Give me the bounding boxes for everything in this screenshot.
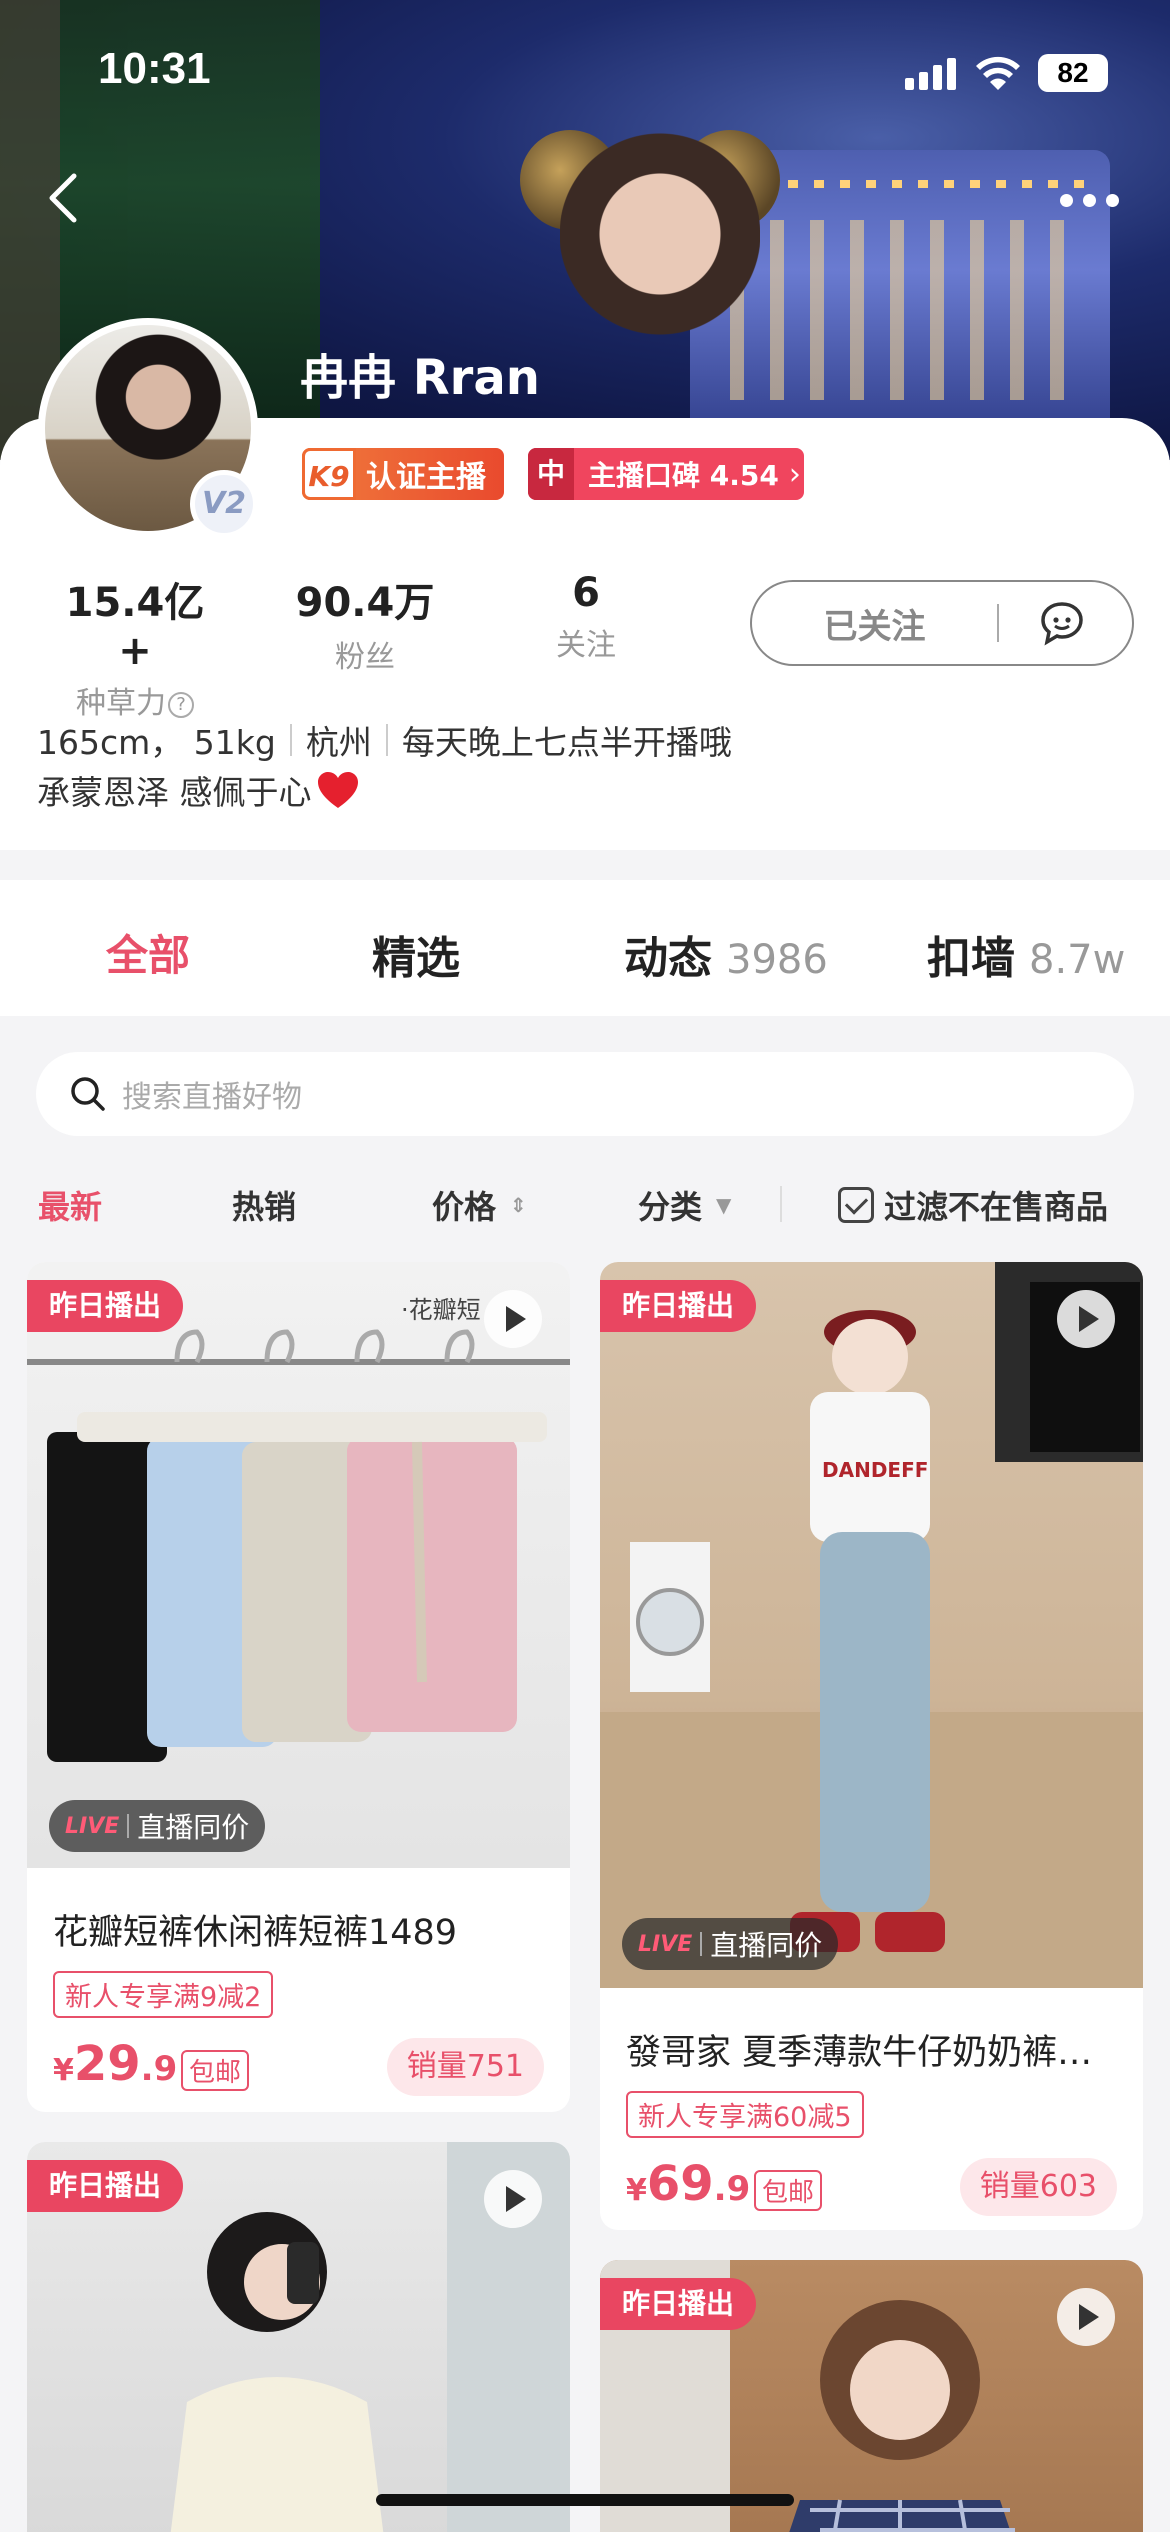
tag-aired-yesterday: 昨日播出 bbox=[27, 1280, 184, 1332]
free-shipping-badge: 包邮 bbox=[754, 2170, 823, 2211]
sales-count: 销量751 bbox=[386, 2038, 544, 2096]
bio-line-2: 承蒙恩泽 感佩于心 bbox=[37, 766, 360, 814]
product-card[interactable]: DANDEFF 昨日播出 LIVE 直播同价 發哥家 夏季薄款牛仔奶奶裤… 新人专… bbox=[600, 1262, 1143, 2230]
checkbox-icon[interactable] bbox=[838, 1187, 874, 1223]
free-shipping-badge: 包邮 bbox=[181, 2050, 250, 2091]
home-indicator[interactable] bbox=[376, 2494, 794, 2506]
watermark-text: ·花瓣短 bbox=[401, 1296, 481, 1324]
filter-bar: 最新 热销 价格 ⇕ 分类 ▼ 过滤不在售商品 bbox=[0, 1170, 1170, 1240]
play-icon[interactable] bbox=[484, 1290, 542, 1348]
product-image[interactable]: DANDEFF 昨日播出 LIVE 直播同价 bbox=[600, 1262, 1143, 1988]
cover-person bbox=[560, 130, 760, 390]
heart-icon bbox=[317, 772, 358, 808]
live-same-price-badge: LIVE 直播同价 bbox=[49, 1800, 266, 1852]
back-icon[interactable] bbox=[40, 168, 84, 228]
filter-hot[interactable]: 热销 bbox=[232, 1182, 296, 1228]
product-price: ¥69.9 bbox=[626, 2156, 751, 2212]
bio-city: 杭州 bbox=[305, 723, 372, 762]
stat-fans[interactable]: 90.4万 粉丝 bbox=[290, 570, 440, 676]
product-card[interactable]: 昨日播出 bbox=[27, 2142, 570, 2532]
follow-group: 已关注 bbox=[750, 580, 1134, 666]
bio-line-1: 165cm， 51kg 杭州 每天晚上七点半开播哦 bbox=[37, 716, 732, 764]
stat-following[interactable]: 6 关注 bbox=[536, 570, 636, 664]
tab-posts[interactable]: 动态 3986 bbox=[624, 922, 828, 986]
stat-value: 6 bbox=[572, 570, 600, 616]
reputation-label: 主播口碑 4.54 bbox=[588, 459, 779, 492]
certified-badge[interactable]: K9 认证主播 bbox=[302, 448, 504, 500]
reputation-badge[interactable]: 中 主播口碑 4.54 › bbox=[528, 448, 804, 500]
help-icon[interactable]: ? bbox=[168, 691, 194, 718]
play-icon[interactable] bbox=[1057, 1290, 1115, 1348]
product-card[interactable]: 昨日播出 bbox=[600, 2260, 1143, 2532]
stat-label: 粉丝 bbox=[335, 640, 395, 675]
bio-schedule: 每天晚上七点半开播哦 bbox=[401, 723, 732, 762]
message-button[interactable] bbox=[999, 580, 1129, 666]
chevron-right-icon: › bbox=[788, 456, 801, 492]
play-icon[interactable] bbox=[1057, 2288, 1115, 2346]
promo-badge: 新人专享满60减5 bbox=[626, 2091, 864, 2138]
stat-value: 90.4万 bbox=[295, 580, 435, 626]
followed-button[interactable]: 已关注 bbox=[752, 599, 997, 648]
product-price: ¥29.9 bbox=[53, 2036, 178, 2092]
search-placeholder: 搜索直播好物 bbox=[122, 1080, 302, 1115]
status-bar: 10:31 82 bbox=[0, 0, 1170, 140]
certified-label: 认证主播 bbox=[366, 460, 486, 495]
product-title[interactable]: 花瓣短裤休闲裤短裤1489 bbox=[27, 1904, 570, 1955]
tab-wall[interactable]: 扣墙 8.7w bbox=[927, 922, 1125, 986]
tab-featured[interactable]: 精选 bbox=[372, 922, 460, 986]
stat-label: 关注 bbox=[556, 628, 616, 663]
sales-count: 销量603 bbox=[959, 2158, 1117, 2216]
product-image[interactable]: 昨日播出 bbox=[600, 2260, 1143, 2532]
tag-aired-yesterday: 昨日播出 bbox=[27, 2160, 184, 2212]
live-same-price-badge: LIVE 直播同价 bbox=[622, 1918, 839, 1970]
search-input[interactable]: 搜索直播好物 bbox=[36, 1052, 1134, 1136]
product-photo-shorts bbox=[27, 1329, 570, 1762]
tab-all[interactable]: 全部 bbox=[106, 922, 190, 983]
product-card[interactable]: ·花瓣短 昨日播出 LIVE 直播同价 花瓣短裤休闲裤短裤1489 新人专享满9减… bbox=[27, 1262, 570, 2112]
profile-name: 冉冉 Rran bbox=[300, 350, 540, 406]
caret-down-icon: ▼ bbox=[716, 1193, 732, 1217]
product-title[interactable]: 發哥家 夏季薄款牛仔奶奶裤… bbox=[600, 2024, 1143, 2075]
filter-exclude-offsale[interactable]: 过滤不在售商品 bbox=[838, 1182, 1108, 1228]
chat-icon bbox=[1041, 602, 1083, 646]
level-k9-icon: K9 bbox=[302, 448, 356, 500]
filter-category[interactable]: 分类 ▼ bbox=[638, 1182, 731, 1228]
tag-aired-yesterday: 昨日播出 bbox=[600, 2278, 757, 2330]
signal-icon bbox=[905, 56, 957, 90]
product-image[interactable]: 昨日播出 bbox=[27, 2142, 570, 2532]
more-icon[interactable] bbox=[1050, 180, 1130, 220]
profile-stats: 15.4亿+ 种草力? 90.4万 粉丝 6 关注 bbox=[0, 570, 740, 721]
reputation-prefix: 中 bbox=[528, 448, 574, 500]
filter-price[interactable]: 价格 ⇕ bbox=[432, 1182, 527, 1228]
status-time: 10:31 bbox=[98, 44, 211, 93]
play-icon[interactable] bbox=[484, 2170, 542, 2228]
search-icon bbox=[71, 1077, 105, 1111]
stat-value: 15.4亿+ bbox=[65, 580, 205, 674]
wifi-icon bbox=[976, 56, 1020, 90]
bio-motto: 承蒙恩泽 感佩于心 bbox=[37, 773, 312, 812]
filter-newest[interactable]: 最新 bbox=[38, 1182, 102, 1228]
bio-body: 165cm， 51kg bbox=[37, 723, 276, 762]
verified-v2-icon: V2 bbox=[190, 470, 258, 538]
sort-icon: ⇕ bbox=[510, 1193, 527, 1217]
promo-badge: 新人专享满9减2 bbox=[53, 1971, 274, 2018]
tag-aired-yesterday: 昨日播出 bbox=[600, 1280, 757, 1332]
shirt-print-text: DANDEFF bbox=[822, 1458, 929, 1482]
battery-icon: 82 bbox=[1038, 54, 1108, 92]
content-tabs: 全部 精选 动态 3986 扣墙 8.7w bbox=[0, 880, 1170, 1016]
product-photo-jeans bbox=[600, 1262, 1143, 1988]
product-image[interactable]: ·花瓣短 昨日播出 LIVE 直播同价 bbox=[27, 1262, 570, 1868]
stat-influence[interactable]: 15.4亿+ 种草力? bbox=[50, 570, 220, 722]
